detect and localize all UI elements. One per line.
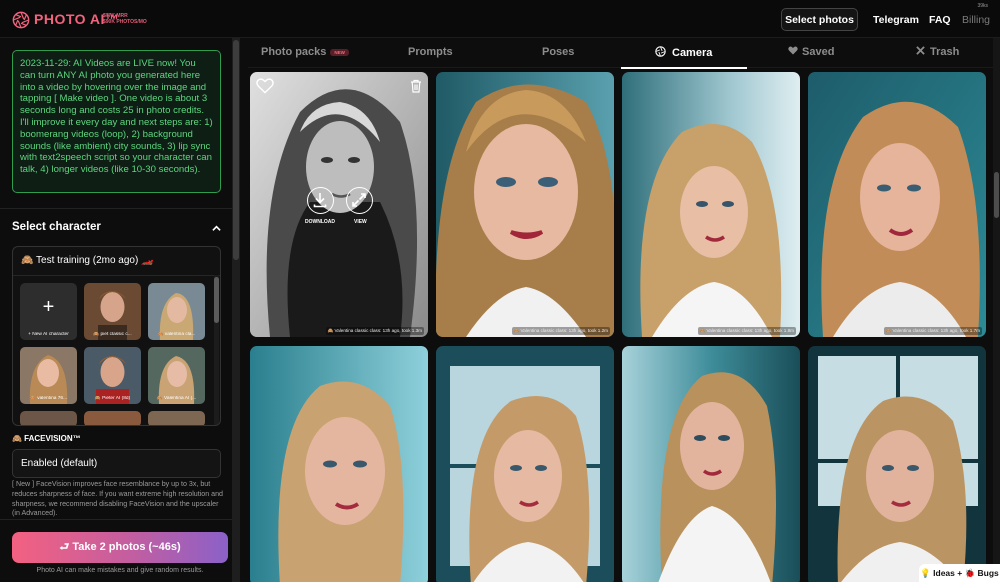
tab-bar: Photo packs NEW Prompts Poses Camera Save… bbox=[248, 38, 993, 69]
tile-label: + New AI character bbox=[28, 332, 69, 337]
scroll-thumb[interactable] bbox=[994, 172, 999, 218]
divider bbox=[0, 519, 232, 520]
portrait-image bbox=[808, 72, 986, 337]
camera-aperture-icon[interactable] bbox=[12, 11, 30, 29]
character-tile[interactable] bbox=[84, 411, 141, 425]
download-icon bbox=[313, 193, 327, 208]
tab-label: Trash bbox=[930, 46, 960, 58]
photo-card[interactable] bbox=[250, 346, 428, 582]
portrait-image bbox=[250, 346, 428, 582]
portrait-image bbox=[436, 346, 614, 582]
character-tile[interactable]: 🙈 valentina cla... bbox=[148, 283, 205, 340]
feedback-button[interactable]: 💡 Ideas + 🐞 Bugs bbox=[919, 564, 1000, 582]
x-icon bbox=[916, 46, 925, 55]
tab-photo-packs[interactable]: Photo packs NEW bbox=[261, 46, 349, 58]
view-label: VIEW bbox=[354, 219, 367, 225]
tab-label: Photo packs bbox=[261, 46, 327, 58]
bw-portrait-image bbox=[250, 72, 428, 337]
active-tab-indicator bbox=[621, 67, 747, 69]
heart-icon bbox=[788, 46, 798, 55]
left-sidebar: 2023-11-29: AI Videos are LIVE now! You … bbox=[0, 38, 240, 582]
nav-billing[interactable]: Billing bbox=[962, 14, 990, 26]
photo-card[interactable] bbox=[622, 346, 800, 582]
photo-ai-app: PHOTO AI™ $77K MRR $90K PHOTOS/MO 39ks S… bbox=[0, 0, 1000, 582]
take-photos-button[interactable]: ⮐ Take 2 photos (~46s) bbox=[12, 532, 228, 563]
photo-caption: 🙈 Valentina classic class: 13h ago, took… bbox=[511, 327, 610, 335]
scroll-thumb[interactable] bbox=[233, 40, 239, 260]
photo-card[interactable]: DOWNLOAD VIEW 🙈 Valentina classic class:… bbox=[250, 72, 428, 337]
tab-label: Saved bbox=[802, 46, 835, 58]
facevision-note: [ New ] FaceVision improves face resembl… bbox=[12, 480, 223, 518]
tile-label: 🙈 valentina cla... bbox=[157, 332, 196, 337]
sidebar-scrollbar[interactable] bbox=[232, 38, 240, 582]
photo-card[interactable]: 🙈 Valentina classic class: 13h ago, took… bbox=[622, 72, 800, 337]
tile-label: 🙈 piet classic c... bbox=[93, 332, 132, 337]
divider bbox=[13, 275, 220, 276]
announcement-box: 2023-11-29: AI Videos are LIVE now! You … bbox=[12, 50, 221, 193]
divider bbox=[0, 208, 232, 209]
tile-label: 🙈 Pieter AI (8d) bbox=[94, 396, 131, 401]
photo-caption: 🙈 Valentina classic class: 13h ago, took… bbox=[697, 327, 796, 335]
page-scrollbar[interactable] bbox=[993, 38, 1000, 582]
top-bar: PHOTO AI™ $77K MRR $90K PHOTOS/MO 39ks S… bbox=[0, 0, 1000, 38]
tab-poses[interactable]: Poses bbox=[542, 46, 574, 58]
facevision-title: 🙈 FACEVISION™ bbox=[12, 434, 81, 443]
portrait-image bbox=[622, 346, 800, 582]
character-tile[interactable] bbox=[148, 411, 205, 425]
stats-photos: $90K PHOTOS/MO bbox=[103, 19, 147, 25]
nav-telegram[interactable]: Telegram bbox=[873, 14, 919, 26]
download-button[interactable] bbox=[307, 187, 334, 214]
character-tile[interactable]: 🙈 Pieter AI (8d) bbox=[84, 347, 141, 404]
photo-card[interactable]: 🙈 Valentina classic class: 13h ago, took… bbox=[808, 72, 986, 337]
photo-grid: DOWNLOAD VIEW 🙈 Valentina classic class:… bbox=[248, 70, 993, 582]
aperture-icon bbox=[655, 46, 666, 57]
tab-saved[interactable]: Saved bbox=[788, 46, 834, 58]
character-scrollbar[interactable] bbox=[214, 275, 219, 425]
tab-label: Camera bbox=[672, 47, 713, 59]
tab-prompts[interactable]: Prompts bbox=[408, 46, 453, 58]
nav-faq[interactable]: FAQ bbox=[929, 14, 951, 26]
portrait-image bbox=[808, 346, 986, 582]
photo-caption: 🙈 Valentina classic class: 13h ago, took… bbox=[325, 327, 424, 335]
expand-icon bbox=[352, 193, 366, 207]
character-tile[interactable]: 🙈 Valentina AI (... bbox=[148, 347, 205, 404]
portrait-image bbox=[622, 72, 800, 337]
corner-counter: 39ks bbox=[977, 3, 988, 9]
view-button[interactable] bbox=[346, 187, 373, 214]
character-tile[interactable] bbox=[20, 411, 77, 425]
select-photos-button[interactable]: Select photos bbox=[781, 8, 858, 31]
heart-outline-icon[interactable] bbox=[256, 78, 274, 94]
revenue-stats: $77K MRR $90K PHOTOS/MO bbox=[103, 13, 147, 25]
photo-caption: 🙈 Valentina classic class: 13h ago, took… bbox=[883, 327, 982, 335]
new-badge: NEW bbox=[330, 48, 349, 56]
portrait-image bbox=[436, 72, 614, 337]
disclaimer-text: Photo AI can make mistakes and give rand… bbox=[36, 567, 204, 574]
character-picker: 🙈 Test training (2mo ago) 🏎️ + + New AI … bbox=[12, 246, 221, 426]
chevron-up-icon[interactable] bbox=[212, 224, 221, 233]
download-label: DOWNLOAD bbox=[305, 219, 335, 225]
character-tile[interactable]: 🙈 piet classic c... bbox=[84, 283, 141, 340]
tab-trash[interactable]: Trash bbox=[916, 46, 959, 58]
facevision-select[interactable]: Enabled (default) bbox=[12, 449, 221, 478]
new-character-tile[interactable]: + + New AI character bbox=[20, 283, 77, 340]
plus-icon: + bbox=[42, 296, 55, 318]
select-character-title: Select character bbox=[12, 221, 101, 233]
tab-camera[interactable]: Camera bbox=[655, 46, 712, 59]
scroll-thumb[interactable] bbox=[214, 277, 219, 323]
tile-label: 🙈 valentina 76... bbox=[29, 396, 68, 401]
photo-card[interactable] bbox=[808, 346, 986, 582]
photo-card[interactable]: 🙈 Valentina classic class: 13h ago, took… bbox=[436, 72, 614, 337]
photo-card[interactable] bbox=[436, 346, 614, 582]
trash-icon[interactable] bbox=[410, 79, 422, 93]
current-character[interactable]: 🙈 Test training (2mo ago) 🏎️ bbox=[21, 255, 154, 266]
character-tile[interactable]: 🙈 valentina 76... bbox=[20, 347, 77, 404]
tile-label: 🙈 Valentina AI (... bbox=[156, 396, 197, 401]
